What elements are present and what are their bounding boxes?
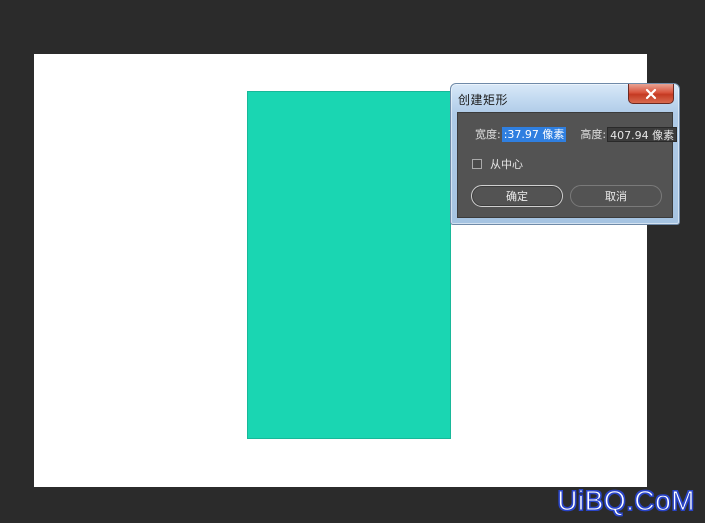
width-input[interactable]: :37.97 像素 bbox=[501, 126, 567, 142]
close-icon bbox=[645, 88, 657, 99]
cancel-button[interactable]: 取消 bbox=[570, 185, 662, 207]
close-button[interactable] bbox=[628, 84, 674, 104]
height-label: 高度: bbox=[580, 128, 607, 141]
from-center-label: 从中心 bbox=[490, 158, 523, 171]
size-row: 宽度: :37.97 像素 高度: 407.94 像素 bbox=[475, 126, 678, 142]
ok-button[interactable]: 确定 bbox=[471, 185, 563, 207]
height-input[interactable]: 407.94 像素 bbox=[607, 126, 678, 142]
site-watermark: UiBQ.CoM bbox=[557, 485, 695, 517]
from-center-row[interactable]: 从中心 bbox=[472, 156, 523, 172]
dialog-body: 宽度: :37.97 像素 高度: 407.94 像素 从中心 确定 取消 bbox=[457, 112, 678, 218]
create-rectangle-dialog: 创建矩形 宽度: :37.97 像素 高度: 407.94 像素 从中心 确定 … bbox=[450, 83, 680, 225]
dialog-title: 创建矩形 bbox=[458, 93, 509, 107]
from-center-checkbox[interactable] bbox=[472, 159, 482, 169]
width-label: 宽度: bbox=[475, 128, 501, 141]
rectangle-shape[interactable] bbox=[247, 91, 451, 439]
